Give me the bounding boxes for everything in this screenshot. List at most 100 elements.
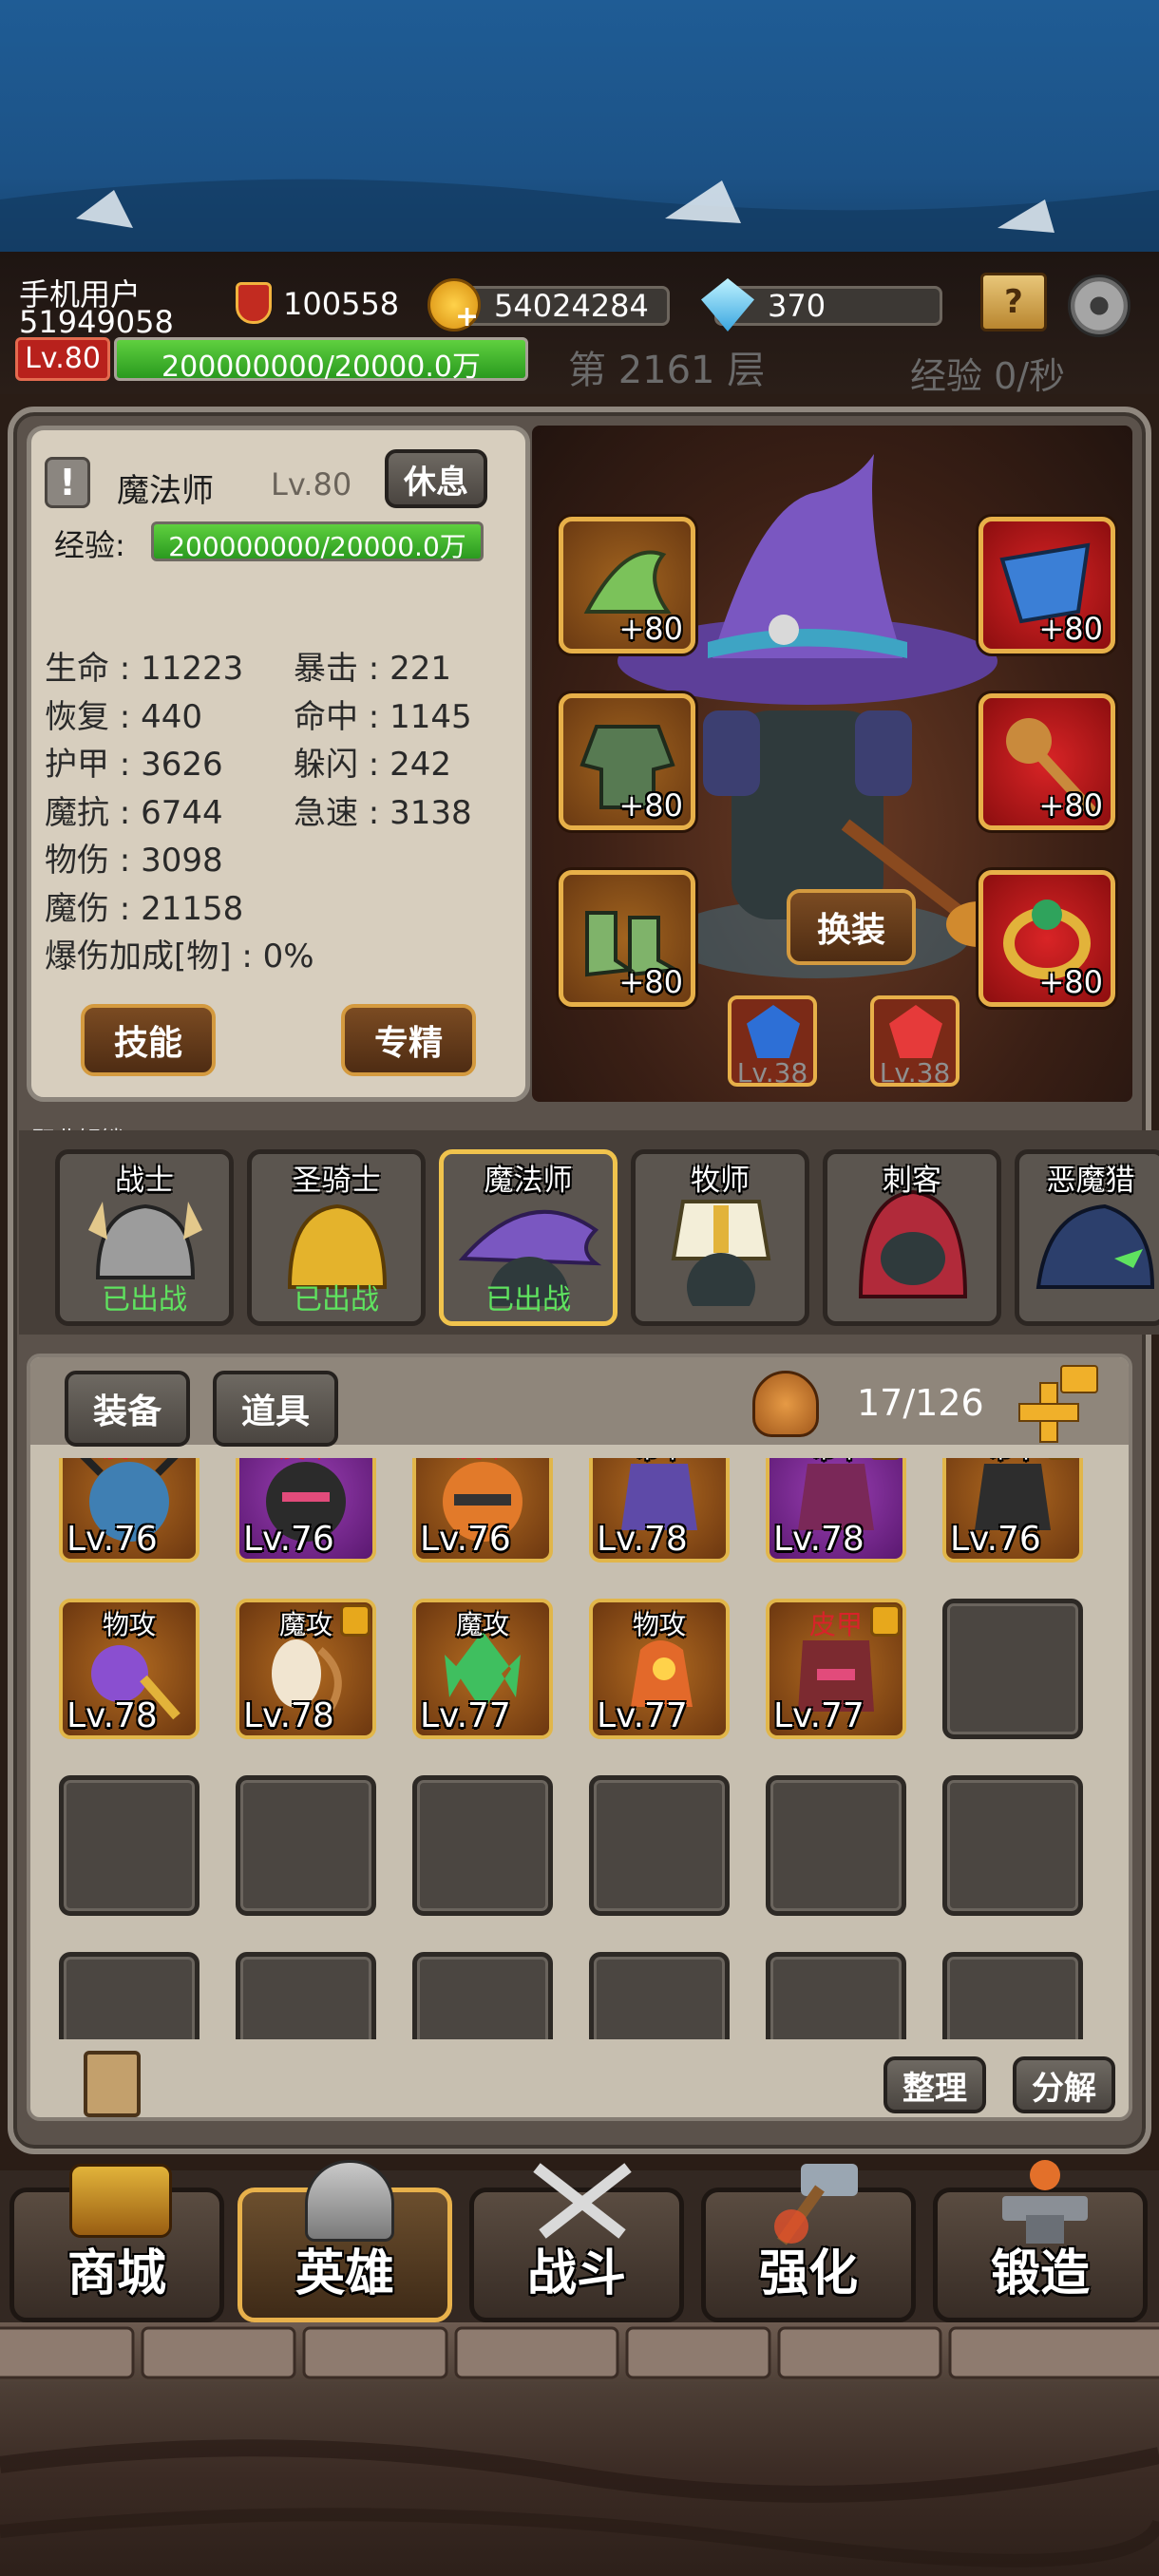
slot-enhance-level: +80	[618, 787, 683, 824]
gold-add-icon[interactable]: +	[428, 278, 481, 331]
stat-hp: 生命 : 11223	[45, 650, 244, 688]
item-level: Lv.78	[66, 1696, 158, 1735]
inventory-empty-slot[interactable]	[412, 1952, 553, 2039]
inventory-panel: 装备 道具 17/126 皮甲 Lv.76 皮甲 Lv.76 皮甲 Lv.76 …	[27, 1354, 1132, 2121]
equip-slot-hat[interactable]: +80	[559, 517, 695, 653]
inventory-item[interactable]: 皮甲 Lv.76	[59, 1458, 200, 1563]
class-name: 刺客	[883, 1164, 941, 1198]
video-ad-icon	[1060, 1365, 1098, 1393]
class-mage[interactable]: 魔法师 已出战	[439, 1149, 618, 1326]
inventory-item[interactable]: 物攻 Lv.78	[59, 1599, 200, 1739]
nav-hero[interactable]: 英雄	[238, 2160, 452, 2322]
stats-left: 生命 : 11223 恢复 : 440 护甲 : 3626 魔抗 : 6744 …	[45, 645, 314, 981]
item-level: Lv.76	[66, 1520, 158, 1559]
item-level: Lv.78	[597, 1520, 688, 1559]
inventory-empty-slot[interactable]	[942, 1775, 1083, 1916]
item-type: 魔攻	[455, 1609, 509, 1640]
class-demon-hunter[interactable]: 恶魔猎	[1015, 1149, 1159, 1326]
item-level: Lv.76	[420, 1520, 511, 1559]
item-type: 布甲	[593, 1458, 726, 1466]
top-status-bar: 手机用户 51949058 100558 + 54024284 370 ? Lv…	[0, 252, 1159, 397]
inventory-item[interactable]: 皮甲 Lv.76	[236, 1458, 376, 1563]
level-badge: Lv.80	[15, 337, 110, 381]
class-assassin[interactable]: 刺客	[823, 1149, 1001, 1326]
inventory-empty-slot[interactable]	[942, 1599, 1083, 1739]
anvil-icon	[1002, 2160, 1088, 2244]
class-paladin[interactable]: 圣骑士 已出战	[247, 1149, 426, 1326]
nav-enhance[interactable]: 强化	[701, 2164, 916, 2322]
quest-book-icon[interactable]: ?	[980, 273, 1047, 331]
power-value: 100558	[283, 286, 400, 322]
tab-items[interactable]: 道具	[213, 1371, 338, 1447]
blue-gem-icon	[747, 1005, 800, 1058]
priest-mitre-icon	[671, 1200, 771, 1306]
gem-slot-1[interactable]: Lv.38	[728, 995, 817, 1089]
bottom-navigation: 商城 英雄 战斗 强化 锻造	[0, 2160, 1159, 2322]
nav-forge[interactable]: 锻造	[933, 2160, 1148, 2322]
red-gem-icon	[889, 1005, 942, 1058]
class-list: 战士 已出战 圣骑士 已出战 魔法师 已出战 牧师 刺客 恶魔猎	[19, 1130, 1159, 1335]
inventory-empty-slot[interactable]	[589, 1775, 730, 1916]
gem-level: Lv.38	[879, 1057, 951, 1089]
inventory-item[interactable]: 物攻 Lv.77	[589, 1599, 730, 1739]
inventory-item[interactable]: 魔攻 Lv.78	[236, 1599, 376, 1739]
hero-xp-label: 经验:	[54, 527, 125, 563]
dismantle-button[interactable]: 分解	[1013, 2056, 1115, 2113]
inventory-item[interactable]: 皮甲 Lv.77	[766, 1599, 906, 1739]
settings-gear-icon[interactable]	[1068, 275, 1130, 337]
floor-label: 第 2161 层	[568, 349, 766, 392]
equip-slot-ring[interactable]: +80	[978, 870, 1115, 1007]
inventory-empty-slot[interactable]	[766, 1775, 906, 1916]
equip-slot-boots[interactable]: +80	[559, 870, 695, 1007]
inventory-item[interactable]: 魔攻 Lv.77	[412, 1599, 553, 1739]
equip-slot-accessory[interactable]: +80	[978, 517, 1115, 653]
item-type: 物攻	[632, 1609, 686, 1640]
stone-floor-background	[0, 2322, 1159, 2576]
codex-book-icon[interactable]	[84, 2051, 141, 2117]
inventory-empty-slot[interactable]	[766, 1952, 906, 2039]
inventory-empty-slot[interactable]	[942, 1952, 1083, 2039]
item-type: 皮甲	[416, 1458, 549, 1466]
hero-xp-text: 200000000/20000.0万	[168, 531, 466, 562]
nav-label: 战斗	[526, 2245, 626, 2302]
alert-icon[interactable]: !	[45, 457, 90, 508]
sort-button[interactable]: 整理	[884, 2056, 986, 2113]
class-warrior[interactable]: 战士 已出战	[55, 1149, 234, 1326]
assassin-hood-icon	[858, 1189, 968, 1298]
crossed-swords-icon	[533, 2163, 632, 2239]
inventory-item[interactable]: 皮甲 Lv.76	[412, 1458, 553, 1563]
class-status: 已出战	[485, 1283, 571, 1316]
inventory-item[interactable]: 布甲 Lv.78	[589, 1458, 730, 1563]
stats-scroll-mask	[36, 991, 521, 1000]
rest-button[interactable]: 休息	[385, 449, 487, 508]
class-priest[interactable]: 牧师	[631, 1149, 809, 1326]
user-id: 51949058	[19, 304, 174, 340]
gem-slot-2[interactable]: Lv.38	[870, 995, 960, 1089]
class-name: 牧师	[691, 1164, 750, 1198]
item-level: Lv.76	[243, 1520, 334, 1559]
skills-button[interactable]: 技能	[81, 1004, 216, 1076]
inventory-item[interactable]: 布甲 Lv.78	[766, 1458, 906, 1563]
nav-shop[interactable]: 商城	[10, 2164, 224, 2322]
lock-icon	[870, 1458, 901, 1460]
inventory-empty-slot[interactable]	[59, 1952, 200, 2039]
inventory-empty-slot[interactable]	[236, 1775, 376, 1916]
equip-slot-weapon[interactable]: +80	[978, 693, 1115, 830]
hero-class-name: 魔法师	[117, 472, 214, 510]
inventory-empty-slot[interactable]	[412, 1775, 553, 1916]
power-icon	[236, 282, 272, 324]
treasure-chest-icon	[69, 2164, 172, 2238]
tab-equipment[interactable]: 装备	[65, 1371, 190, 1447]
nav-battle[interactable]: 战斗	[469, 2163, 684, 2322]
inventory-item[interactable]: 布甲 Lv.76	[942, 1458, 1083, 1563]
item-type: 皮甲	[63, 1458, 196, 1466]
class-name: 战士	[115, 1164, 174, 1198]
inventory-empty-slot[interactable]	[59, 1775, 200, 1916]
swap-outfit-button[interactable]: 换装	[787, 889, 916, 965]
stat-crit: 暴击 : 221	[294, 650, 451, 688]
inventory-empty-slot[interactable]	[236, 1952, 376, 2039]
expand-capacity-icon[interactable]	[1018, 1365, 1098, 1443]
inventory-empty-slot[interactable]	[589, 1952, 730, 2039]
equip-slot-armor[interactable]: +80	[559, 693, 695, 830]
specialize-button[interactable]: 专精	[341, 1004, 476, 1076]
